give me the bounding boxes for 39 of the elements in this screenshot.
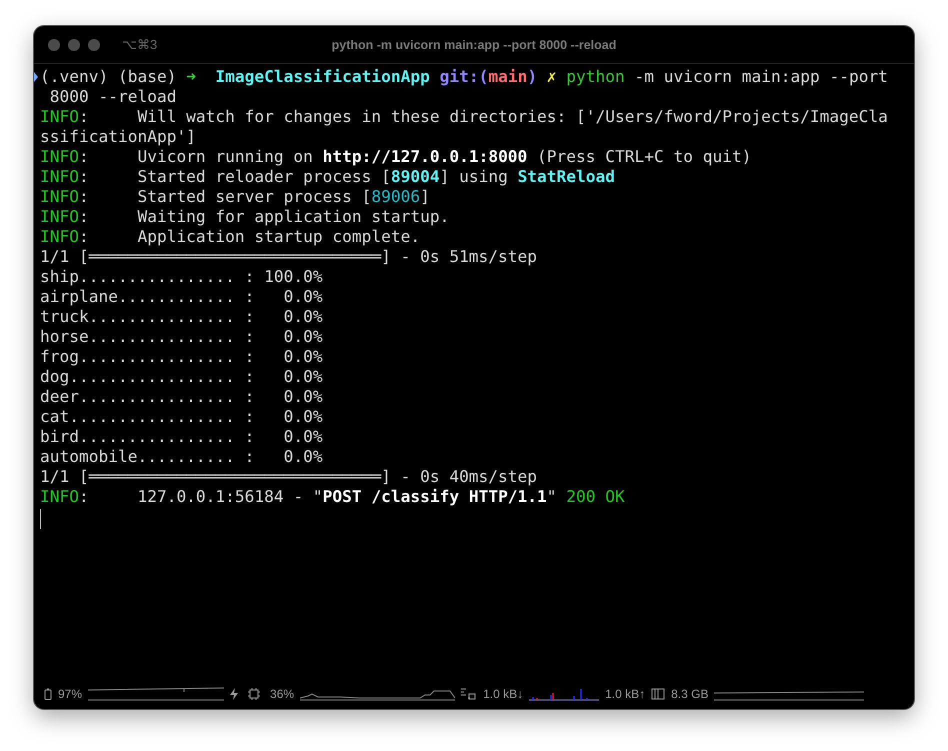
cpu-percent: 36% [270,687,294,701]
terminal-line: bird................ : 0.0% [40,427,324,447]
network-icon [461,688,478,700]
terminal-line: INFO: Will watch for changes in these directories: ['/Users/fword/Projects/ImageCla [40,107,889,127]
terminal-line: cat................. : 0.0% [40,407,324,427]
terminal-line: INFO: Uvicorn running on http://127.0.0.1:8000 (Press CTRL+C to quit) [40,147,752,167]
tab-shortcut: ⌥⌘3 [122,37,158,52]
memory-icon [651,688,666,700]
terminal-line: 1/1 [══════════════════════════════] - 0s 40ms/step [40,467,538,487]
zoom-button[interactable] [88,38,100,50]
terminal-line: INFO: Application startup complete. [40,227,422,247]
terminal-line: airplane............ : 0.0% [40,287,324,307]
bolt-icon [230,688,238,700]
terminal-line: INFO: Waiting for application startup. [40,207,450,227]
terminal-line: deer................ : 0.0% [40,387,324,407]
terminal-line: automobile.......... : 0.0% [40,447,324,467]
window-title: python -m uvicorn main:app --port 8000 --reload [332,38,616,52]
battery-icon [44,688,52,700]
close-button[interactable] [48,38,60,50]
download-rate: 1.0 kB↓ [483,687,524,701]
terminal-line: 8000 --reload [48,87,178,107]
text-cursor [40,509,41,529]
terminal-line: INFO: Started server process [89006] [40,187,431,207]
terminal-line: dog................. : 0.0% [40,367,324,387]
terminal-line: 1/1 [══════════════════════════════] - 0s 51ms/step [40,247,538,267]
minimize-button[interactable] [68,38,80,50]
memory-used: 8.3 GB [671,687,708,701]
terminal-line: horse............... : 0.0% [40,327,324,347]
terminal-line: INFO: Started reloader process [89004] using StatReload [40,167,616,187]
prompt-marker-icon [34,72,38,82]
terminal-line: ship................ : 100.0% [40,267,324,287]
terminal-line: INFO: 127.0.0.1:56184 - "POST /classify HTTP/1.1" 200 OK [40,487,626,507]
terminal-line: (.venv) (base) ➜ ImageClassificationApp git:(main) ✗ python -m uvicorn main:app --port [40,67,889,87]
network-graph [529,687,600,701]
terminal-line: frog................ : 0.0% [40,347,324,367]
terminal-line: ssificationApp'] [40,127,197,147]
terminal-line: truck............... : 0.0% [40,307,324,327]
battery-percent: 97% [58,687,82,701]
upload-rate: 1.0 kB↑ [605,687,646,701]
